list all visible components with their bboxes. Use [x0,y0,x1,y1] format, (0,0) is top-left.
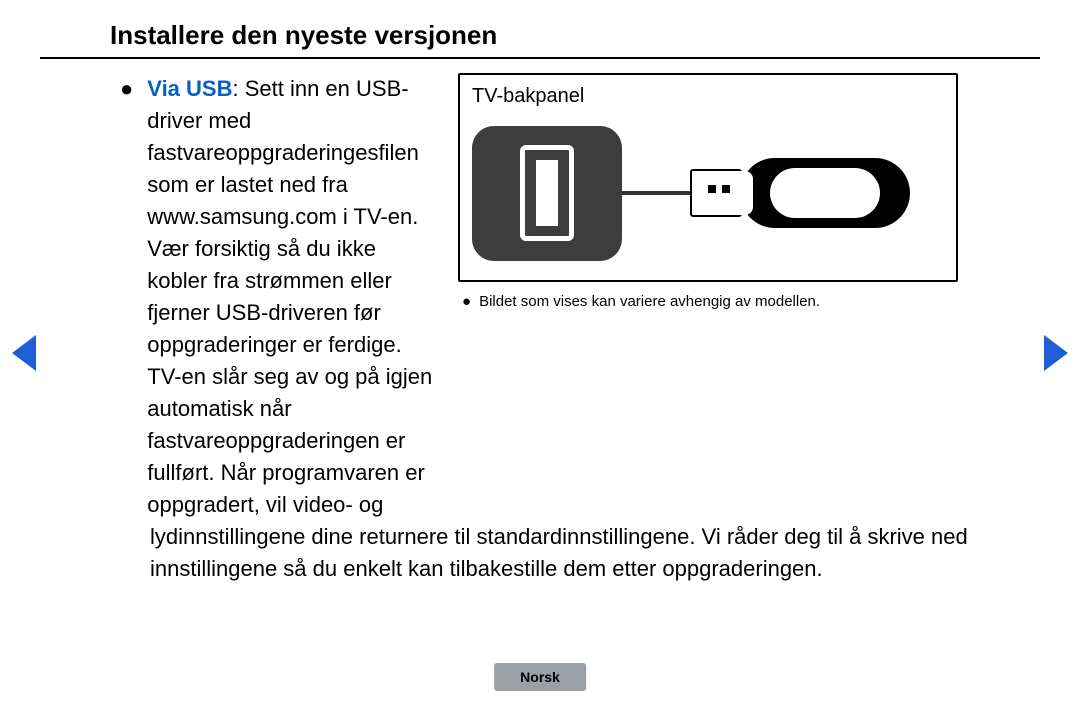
bullet-dot-icon: ● [120,73,133,105]
page-title: Installere den nyeste versjonen [40,20,1040,59]
figure-caption: Bildet som vises kan variere avhengig av… [479,292,820,312]
content-row: ● Via USB: Sett inn en USB-driver med fa… [40,73,1040,521]
figure-box: TV-bakpanel [458,73,958,282]
tv-usb-port-icon [472,126,622,261]
body-text-lower: lydinnstillingene dine returnere til sta… [40,521,1040,585]
next-page-arrow-icon[interactable] [1044,335,1068,371]
bullet-item: ● Via USB: Sett inn en USB-driver med fa… [150,73,440,521]
body-part1: : Sett inn en USB-driver med fastvareopp… [147,76,432,517]
figure-caption-row: ● Bildet som vises kan variere avhengig … [458,292,958,312]
prev-page-arrow-icon[interactable] [12,335,36,371]
text-column: ● Via USB: Sett inn en USB-driver med fa… [40,73,440,521]
figure-label: TV-bakpanel [472,85,944,108]
figure-column: TV-bakpanel [458,73,958,312]
usb-illustration [472,118,944,268]
caption-bullet-icon: ● [462,292,471,312]
body-text-upper: Via USB: Sett inn en USB-driver med fast… [147,73,440,521]
usb-body-icon [740,158,910,228]
usb-drive-icon [690,158,910,228]
connection-line-icon [622,191,690,195]
usb-highlight: Via USB [147,76,232,101]
usb-port-slot-icon [536,160,558,226]
usb-connector-icon [690,169,742,217]
usb-port-outline-icon [520,145,574,241]
language-badge: Norsk [494,663,586,691]
manual-page: Installere den nyeste versjonen ● Via US… [0,0,1080,705]
